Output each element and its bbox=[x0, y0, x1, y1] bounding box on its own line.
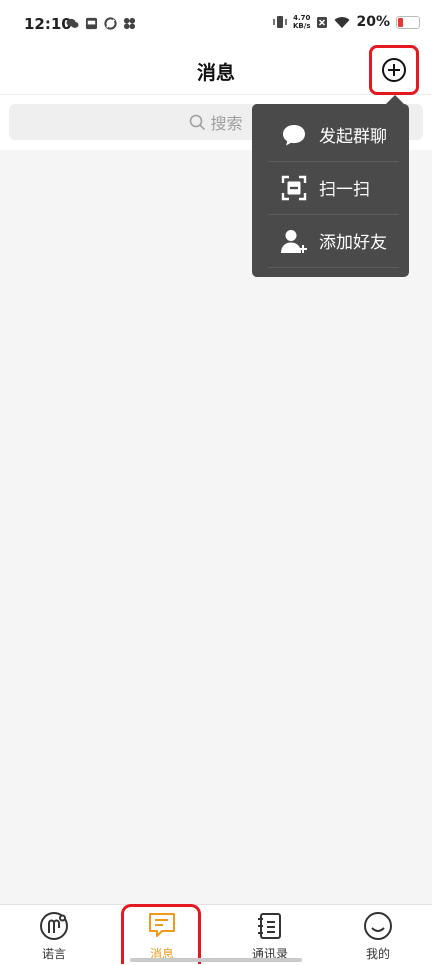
menu-item-group-chat[interactable]: 发起群聊 bbox=[268, 108, 399, 162]
popup-arrow bbox=[386, 95, 404, 104]
app-icon bbox=[123, 17, 136, 30]
status-time: 12:10 bbox=[24, 15, 72, 33]
no-sim-icon bbox=[317, 16, 328, 28]
active-tab-highlight bbox=[121, 904, 201, 964]
nav-item-nuoyan[interactable]: 诺言 bbox=[0, 905, 108, 965]
menu-item-add-friend[interactable]: 添加好友 bbox=[268, 214, 399, 268]
nav-item-contacts[interactable]: 通讯录 bbox=[216, 905, 324, 965]
search-placeholder: 搜索 bbox=[210, 114, 243, 133]
profile-icon bbox=[364, 912, 392, 940]
notification-icons bbox=[66, 17, 136, 30]
contacts-icon bbox=[258, 913, 281, 939]
scan-icon bbox=[280, 174, 308, 202]
battery-percent: 20% bbox=[356, 14, 390, 30]
menu-item-scan[interactable]: 扫一扫 bbox=[268, 161, 399, 215]
search-icon bbox=[190, 114, 206, 130]
page-title: 消息 bbox=[196, 62, 235, 84]
battery-icon bbox=[396, 15, 420, 29]
plus-circle-icon bbox=[382, 58, 406, 82]
vibrate-icon bbox=[273, 16, 287, 28]
status-bar: 12:10 4.70 KB/s 20% bbox=[0, 0, 432, 50]
network-speed: 4.70 KB/s bbox=[293, 14, 311, 30]
inbox-icon bbox=[85, 17, 98, 30]
wifi-icon bbox=[334, 16, 350, 28]
chat-bubble-icon bbox=[280, 121, 308, 149]
status-right: 4.70 KB/s 20% bbox=[273, 14, 420, 30]
popup-menu: 发起群聊 扫一扫 添加好友 bbox=[252, 104, 409, 277]
nav-item-profile[interactable]: 我的 bbox=[324, 905, 432, 965]
link-icon bbox=[104, 17, 117, 30]
nuoyan-icon bbox=[40, 912, 68, 940]
title-bar: 消息 bbox=[0, 50, 432, 95]
add-button[interactable] bbox=[369, 45, 419, 95]
wechat-icon bbox=[66, 18, 79, 28]
home-indicator bbox=[130, 958, 302, 962]
bottom-nav: 诺言 消息 通讯录 我的 bbox=[0, 904, 432, 965]
add-friend-icon bbox=[280, 227, 308, 255]
